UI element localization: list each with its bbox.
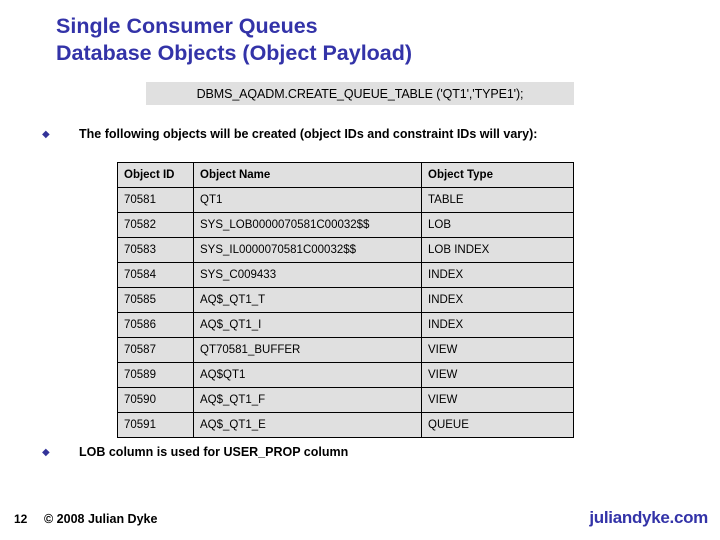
diamond-bullet-icon: ◆: [42, 447, 50, 458]
object-table: Object ID Object Name Object Type 70581 …: [117, 162, 574, 438]
cell-object-name: SYS_IL0000070581C00032$$: [193, 237, 422, 263]
cell-object-type: LOB INDEX: [421, 237, 574, 263]
diamond-bullet-icon: ◆: [42, 129, 50, 140]
cell-object-id: 70584: [117, 262, 194, 288]
cell-object-name: AQ$_QT1_F: [193, 387, 422, 413]
cell-object-type: QUEUE: [421, 412, 574, 438]
cell-object-type: INDEX: [421, 287, 574, 313]
page-title: Single Consumer Queues Database Objects …: [56, 13, 676, 67]
column-header-object-name: Object Name: [193, 162, 422, 188]
cell-object-id: 70582: [117, 212, 194, 238]
bullet-item-2: ◆ LOB column is used for USER_PROP colum…: [42, 444, 348, 462]
cell-object-name: SYS_C009433: [193, 262, 422, 288]
cell-object-id: 70589: [117, 362, 194, 388]
bullet-label-1: The following objects will be created (o…: [79, 127, 538, 141]
table-row: 70581 QT1 TABLE: [117, 187, 574, 213]
table-row: 70590 AQ$_QT1_F VIEW: [117, 387, 574, 413]
code-snippet-text: DBMS_AQADM.CREATE_QUEUE_TABLE ('QT1','TY…: [196, 86, 524, 101]
cell-object-id: 70586: [117, 312, 194, 338]
table-row: 70583 SYS_IL0000070581C00032$$ LOB INDEX: [117, 237, 574, 263]
cell-object-id: 70590: [117, 387, 194, 413]
column-header-object-id: Object ID: [117, 162, 194, 188]
table-row: 70587 QT70581_BUFFER VIEW: [117, 337, 574, 363]
cell-object-type: VIEW: [421, 337, 574, 363]
cell-object-name: AQ$_QT1_I: [193, 312, 422, 338]
table-row: 70586 AQ$_QT1_I INDEX: [117, 312, 574, 338]
cell-object-name: AQ$_QT1_E: [193, 412, 422, 438]
page-number: 12: [14, 512, 28, 526]
bullet-item-1: ◆ The following objects will be created …: [42, 126, 537, 144]
cell-object-type: INDEX: [421, 262, 574, 288]
cell-object-id: 70585: [117, 287, 194, 313]
table-row: 70582 SYS_LOB0000070581C00032$$ LOB: [117, 212, 574, 238]
cell-object-id: 70583: [117, 237, 194, 263]
code-snippet-box: DBMS_AQADM.CREATE_QUEUE_TABLE ('QT1','TY…: [146, 82, 574, 105]
slide-canvas: Single Consumer Queues Database Objects …: [0, 0, 720, 540]
cell-object-name: AQ$_QT1_T: [193, 287, 422, 313]
table-row: 70584 SYS_C009433 INDEX: [117, 262, 574, 288]
cell-object-type: VIEW: [421, 387, 574, 413]
cell-object-name: SYS_LOB0000070581C00032$$: [193, 212, 422, 238]
cell-object-type: VIEW: [421, 362, 574, 388]
cell-object-name: QT1: [193, 187, 422, 213]
table-row: 70589 AQ$QT1 VIEW: [117, 362, 574, 388]
title-line-1: Single Consumer Queues: [56, 14, 318, 38]
cell-object-type: LOB: [421, 212, 574, 238]
cell-object-name: QT70581_BUFFER: [193, 337, 422, 363]
brand-logo: juliandyke.com: [589, 508, 708, 527]
copyright-notice: © 2008 Julian Dyke: [44, 512, 158, 526]
table-row: 70591 AQ$_QT1_E QUEUE: [117, 412, 574, 438]
cell-object-id: 70591: [117, 412, 194, 438]
object-table-container: Object ID Object Name Object Type 70581 …: [117, 162, 574, 438]
table-header-row: Object ID Object Name Object Type: [117, 162, 574, 188]
cell-object-type: INDEX: [421, 312, 574, 338]
cell-object-type: TABLE: [421, 187, 574, 213]
column-header-object-type: Object Type: [421, 162, 574, 188]
cell-object-name: AQ$QT1: [193, 362, 422, 388]
table-row: 70585 AQ$_QT1_T INDEX: [117, 287, 574, 313]
bullet-label-2: LOB column is used for USER_PROP column: [79, 445, 349, 459]
cell-object-id: 70581: [117, 187, 194, 213]
title-line-2: Database Objects (Object Payload): [56, 41, 413, 65]
cell-object-id: 70587: [117, 337, 194, 363]
